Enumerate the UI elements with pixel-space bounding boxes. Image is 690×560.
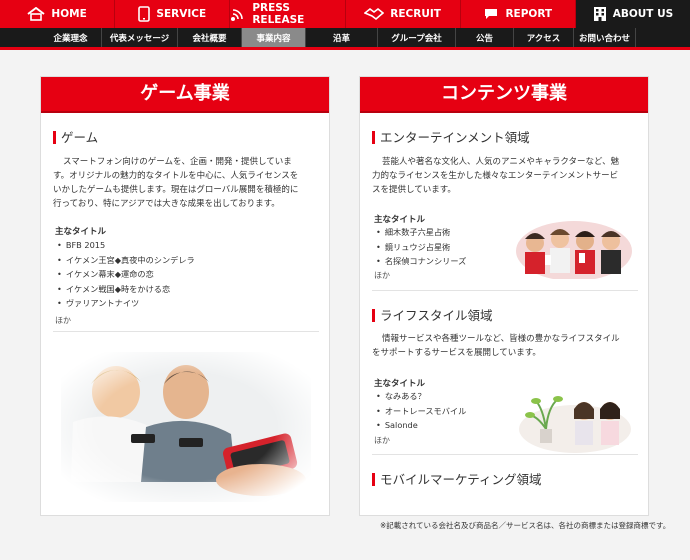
nav-about-us-label: ABOUT US <box>612 8 674 20</box>
nav-recruit-label: RECRUIT <box>390 8 441 20</box>
nav-underline <box>0 47 690 50</box>
game-description-line-4: 行っており、特にアジアでは大きな成果を出しております。 <box>53 199 280 209</box>
entertainment-heading: エンターテインメント領域 <box>372 131 530 144</box>
lifestyle-description-line-2: をサポートするサービスを展開しています。 <box>372 348 541 358</box>
contents-business-panel: コンテンツ事業 エンターテインメント領域 芸能人や著名な文化人、人気のアニメやキ… <box>359 76 649 516</box>
divider <box>372 290 638 291</box>
divider <box>53 331 319 332</box>
subnav-company[interactable]: 会社概要 <box>178 28 242 47</box>
nav-home[interactable]: HOME <box>0 0 116 28</box>
nav-about-us[interactable]: ABOUT US <box>575 0 690 28</box>
lifestyle-titles-other: ほか <box>374 436 390 445</box>
game-heading: ゲーム <box>53 131 98 144</box>
subnav-philosophy[interactable]: 企業理念 <box>40 28 102 47</box>
list-item: ヴァリアントナイツ <box>57 296 195 311</box>
game-description: スマートフォン向けのゲームを、企画・開発・提供していま す。オリジナルの魅力的な… <box>53 155 323 211</box>
entertainment-description: 芸能人や著名な文化人、人気のアニメやキャラクターなど、魅 力的なライセンスを生か… <box>372 155 647 197</box>
broadcast-icon <box>230 6 246 22</box>
divider <box>372 454 638 455</box>
list-item: イケメン戦国◆時をかける恋 <box>57 282 195 297</box>
building-icon <box>593 6 607 22</box>
nav-service[interactable]: SERVICE <box>115 0 231 28</box>
game-titles-list: BFB 2015 イケメン王宮◆真夜中のシンデレラ イケメン幕末◆運命の恋 イケ… <box>57 238 195 311</box>
list-item: 名探偵コナンシリーズ <box>376 254 466 269</box>
game-titles-other: ほか <box>55 316 71 325</box>
handshake-icon <box>364 7 385 21</box>
subnav-history[interactable]: 沿革 <box>306 28 378 47</box>
entertainment-photo <box>515 217 633 279</box>
trademark-footnote: ※記載されている会社名及び商品名／サービス名は、各社の商標または登録商標です。 <box>380 521 671 530</box>
game-titles-label: 主なタイトル <box>55 227 107 237</box>
home-icon <box>27 7 46 21</box>
smartphone-icon <box>138 6 151 22</box>
entertainment-description-line-1: 芸能人や著名な文化人、人気のアニメやキャラクターなど、魅 <box>382 157 620 167</box>
list-item: オートレースモバイル <box>376 404 466 419</box>
list-item: なみある？ <box>376 389 466 404</box>
game-business-panel: ゲーム事業 ゲーム スマートフォン向けのゲームを、企画・開発・提供していま す。… <box>40 76 330 516</box>
subnav-access[interactable]: アクセス <box>514 28 574 47</box>
lifestyle-description: 情報サービスや各種ツールなど、皆様の豊かなライフスタイル をサポートするサービス… <box>372 332 647 360</box>
nav-report-label: REPORT <box>505 8 553 20</box>
list-item: イケメン王宮◆真夜中のシンデレラ <box>57 253 195 268</box>
lifestyle-titles-list: なみある？ オートレースモバイル Salonde <box>376 389 466 433</box>
subnav-notice[interactable]: 公告 <box>456 28 514 47</box>
game-description-line-3: いかしたゲームも提供します。現在はグローバル展開を積極的に <box>53 185 299 195</box>
entertainment-titles-other: ほか <box>374 271 390 280</box>
sub-nav: 企業理念 代表メッセージ 会社概要 事業内容 沿革 グループ会社 公告 アクセス… <box>0 28 690 47</box>
lifestyle-titles-label: 主なタイトル <box>374 379 426 389</box>
lifestyle-photo <box>518 389 633 454</box>
global-nav: HOME SERVICE PRESS RELEASE RECRUIT REPOR… <box>0 0 690 28</box>
game-business-title: ゲーム事業 <box>41 77 329 113</box>
contents-business-title: コンテンツ事業 <box>360 77 648 113</box>
subnav-business[interactable]: 事業内容 <box>242 28 306 47</box>
nav-press-release[interactable]: PRESS RELEASE <box>230 0 346 28</box>
lifestyle-description-line-1: 情報サービスや各種ツールなど、皆様の豊かなライフスタイル <box>382 334 620 344</box>
entertainment-titles-label: 主なタイトル <box>374 215 426 225</box>
lifestyle-heading: ライフスタイル領域 <box>372 309 493 322</box>
game-description-line-2: す。オリジナルの魅力的なタイトルを中心に、人気ライセンスを <box>53 171 299 181</box>
list-item: BFB 2015 <box>57 238 195 253</box>
nav-report[interactable]: REPORT <box>461 0 576 28</box>
chat-bubble-icon <box>483 7 499 21</box>
list-item: 鏡リュウジ占星術 <box>376 240 466 255</box>
game-photo <box>61 352 311 502</box>
nav-service-label: SERVICE <box>156 8 207 20</box>
nav-home-label: HOME <box>51 8 87 20</box>
list-item: Salonde <box>376 418 466 433</box>
subnav-group[interactable]: グループ会社 <box>378 28 456 47</box>
entertainment-description-line-3: スを提供しています。 <box>372 185 456 195</box>
game-description-line-1: スマートフォン向けのゲームを、企画・開発・提供していま <box>63 157 292 167</box>
list-item: 細木数子六星占術 <box>376 225 466 240</box>
list-item: イケメン幕末◆運命の恋 <box>57 267 195 282</box>
nav-press-release-label: PRESS RELEASE <box>252 2 305 26</box>
entertainment-titles-list: 細木数子六星占術 鏡リュウジ占星術 名探偵コナンシリーズ <box>376 225 466 269</box>
mobile-marketing-heading: モバイルマーケティング領域 <box>372 473 542 486</box>
subnav-message[interactable]: 代表メッセージ <box>102 28 178 47</box>
entertainment-description-line-2: 力的なライセンスを生かした様々なエンターテインメントサービ <box>372 171 619 181</box>
subnav-contact[interactable]: お問い合わせ <box>574 28 636 47</box>
nav-recruit[interactable]: RECRUIT <box>346 0 461 28</box>
